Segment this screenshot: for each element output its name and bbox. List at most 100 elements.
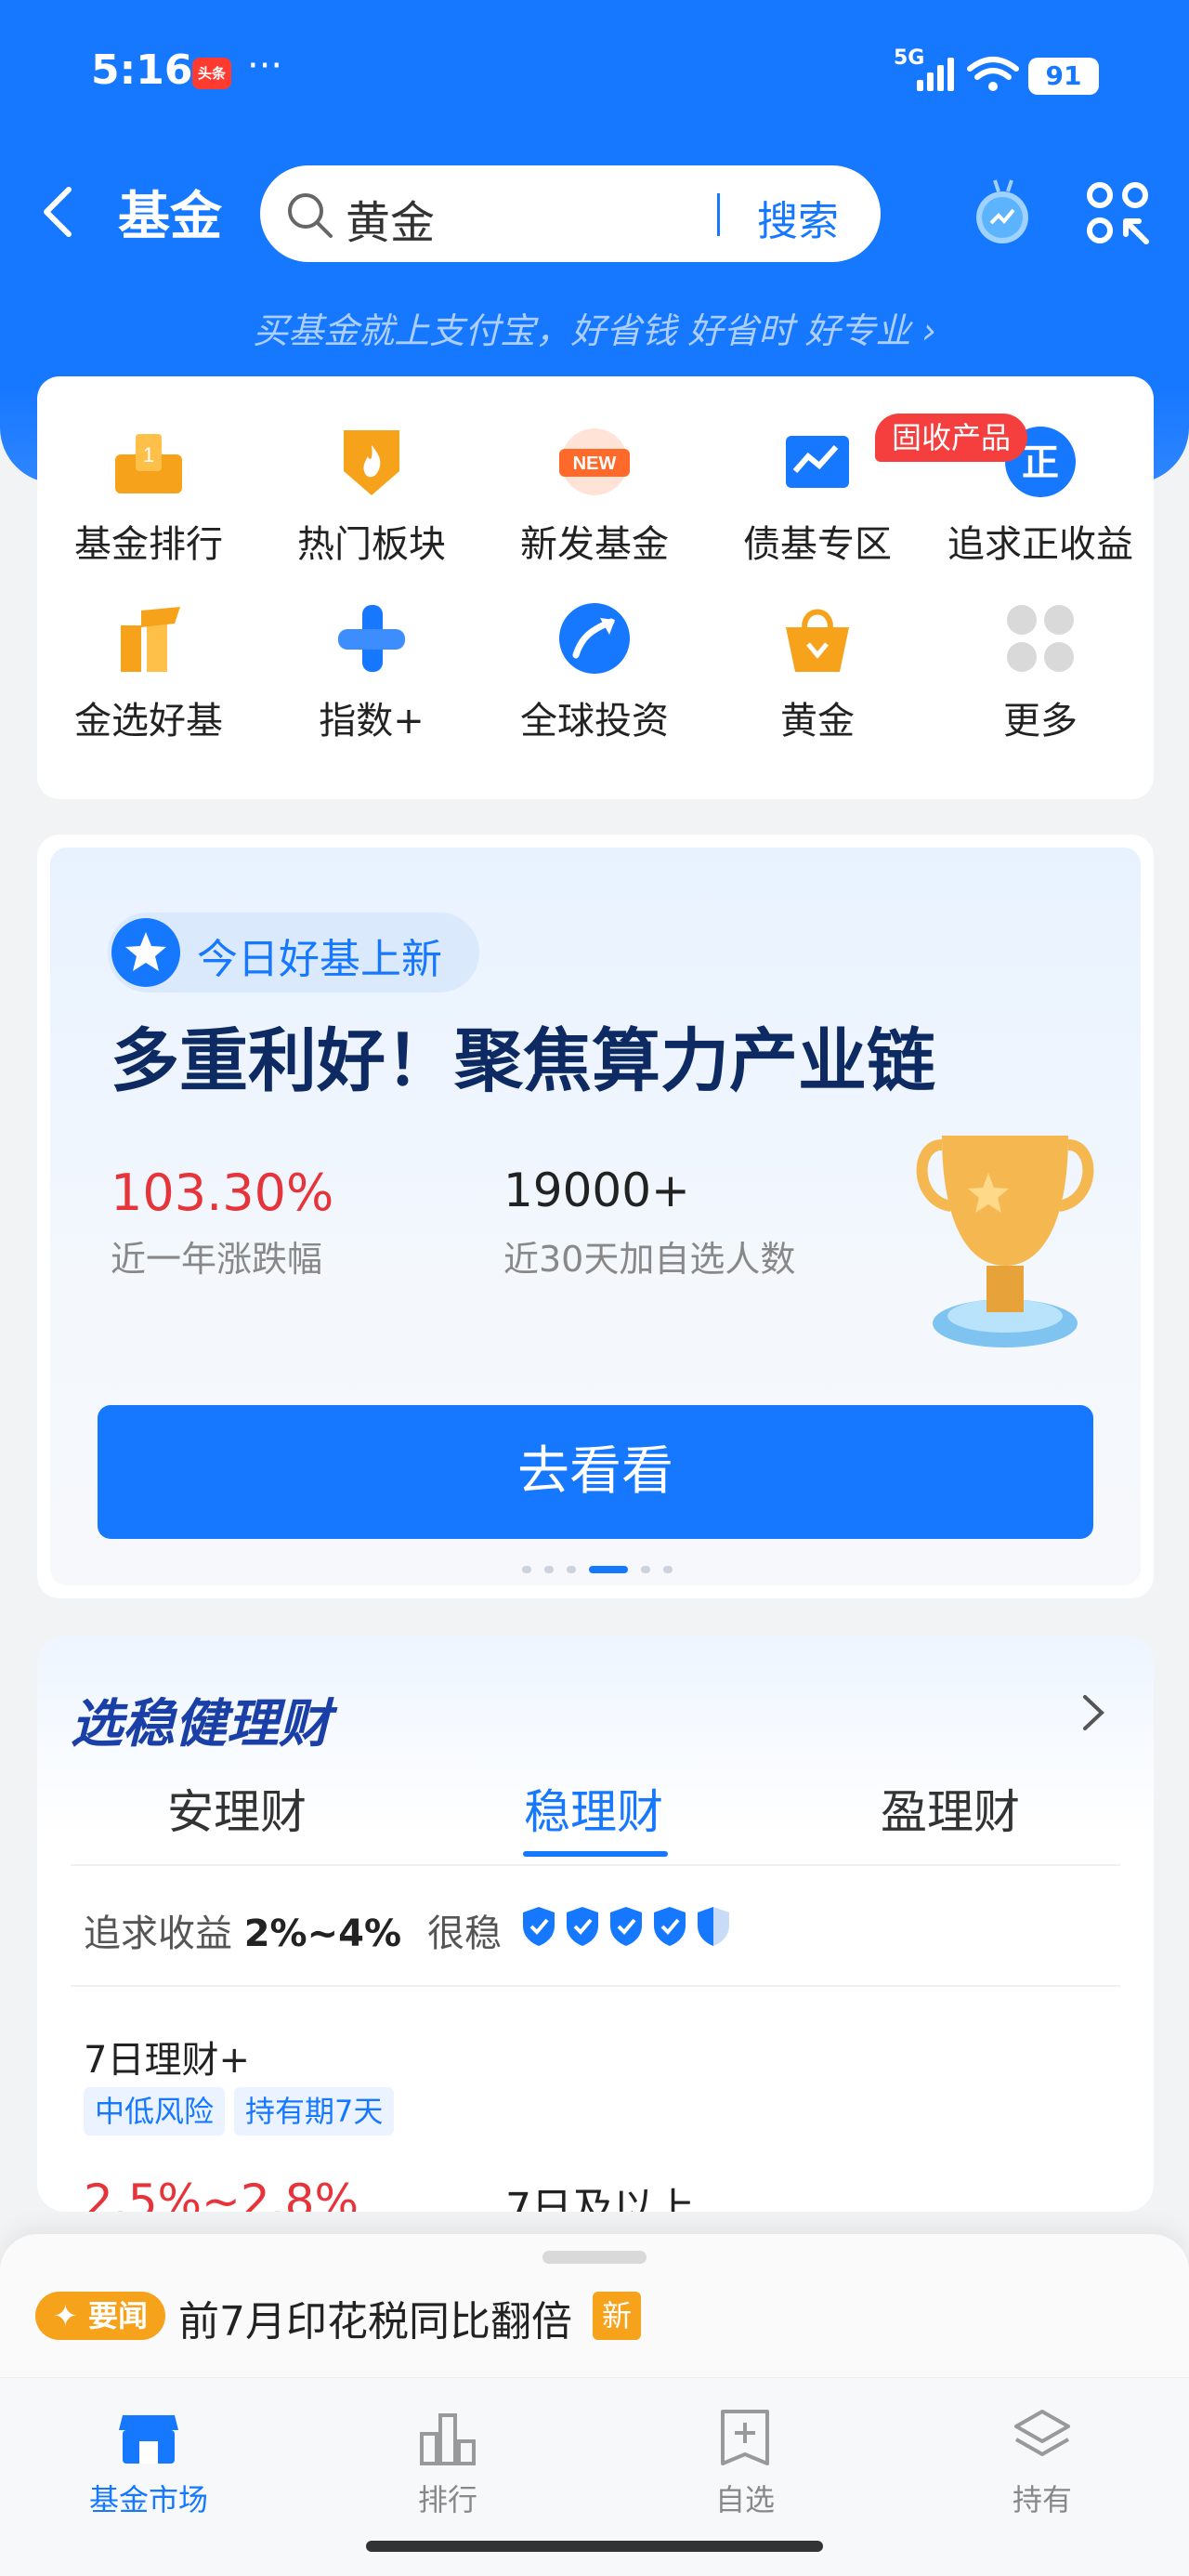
wifi-icon [967,57,1019,91]
search-bar[interactable]: 黄金 搜索 [260,165,881,262]
pager-dot [522,1566,531,1573]
menu-label: 全球投资 [520,700,669,743]
yearly-change-label: 近一年涨跌幅 [111,1239,323,1280]
menu-label: 更多 [1003,700,1078,743]
status-bar: 5:16 头条 ··· 5G 91 [0,37,1189,112]
target-yield: 追求收益 2%~4% [84,1903,401,1957]
tab-fund-market[interactable]: 基金市场 [37,2406,260,2519]
tab-label: 持有 [1012,2482,1072,2517]
holdings-layers-icon [1014,2410,1070,2456]
page-title: 基金 [118,187,222,247]
news-app-badge: 头条 [192,58,231,89]
global-invest-icon [559,603,630,674]
drag-handle[interactable] [542,2251,647,2264]
chevron-right-icon[interactable] [1079,1689,1107,1736]
menu-item-index-plus[interactable]: 指数+ [260,581,483,757]
tab-safe-finance[interactable]: 安理财 [167,1775,307,1842]
shield-icon [654,1907,686,1946]
section-title: 选稳健理财 [71,1694,331,1755]
menu-item-new-funds[interactable]: NEW 新发基金 [483,404,706,581]
tab-watchlist[interactable]: 自选 [634,2406,856,2519]
tab-ranking[interactable]: 排行 [336,2406,559,2519]
go-see-button[interactable]: 去看看 [98,1405,1093,1539]
ranking-bars-icon [420,2413,476,2465]
search-divider [717,193,720,236]
half-shield-icon [698,1907,729,1946]
star-icon [111,918,180,987]
yearly-change-value: 103.30% [111,1163,334,1222]
bond-chart-icon [786,436,849,488]
scan-icon[interactable] [1085,180,1150,245]
index-plus-icon [338,605,405,672]
tab-stable-finance[interactable]: 稳理财 [524,1775,663,1842]
stability-rating [520,1905,738,1952]
menu-label: 金选好基 [74,700,223,743]
search-button[interactable]: 搜索 [757,188,839,247]
menu-item-global-invest[interactable]: 全球投资 [483,581,706,757]
tab-holdings[interactable]: 持有 [931,2406,1154,2519]
menu-item-golden-pick[interactable]: 金选好基 [37,581,260,757]
battery-indicator: 91 [1028,58,1099,95]
menu-label: 指数+ [319,700,425,743]
slogan-link[interactable]: 买基金就上支付宝，好省钱 好省时 好专业 › [0,302,1189,353]
quick-menu: 1 基金排行 热门板块 NEW 新发基金 债基专区 正 追求正收益 固收产品 金… [37,376,1154,799]
risk-tag: 中低风险 [84,2087,226,2136]
stable-finance-card: 选稳健理财 安理财 稳理财 盈理财 追求收益 2%~4% 很稳 7日理财+ 中低… [37,1636,1154,2212]
svg-text:NEW: NEW [573,453,617,474]
tab-label: 排行 [417,2482,477,2517]
menu-label: 追求正收益 [947,523,1133,566]
pager-dot [544,1566,554,1573]
carousel-pager [522,1559,686,1573]
news-tag: ✦ 要闻 [35,2292,165,2340]
golden-pick-icon [121,607,180,672]
shield-icon [567,1907,598,1946]
svg-text:1: 1 [143,443,154,467]
tab-profit-finance[interactable]: 盈理财 [881,1775,1020,1842]
shield-icon [523,1907,555,1946]
bottom-sheet: ✦ 要闻 前7月印花税同比翻倍 新 基金市场 排行 自选 持有 [0,2234,1189,2576]
menu-item-more[interactable]: 更多 [929,581,1152,757]
market-store-icon [119,2415,178,2464]
new-icon: NEW [559,428,630,495]
pager-dot [663,1566,673,1573]
menu-item-gold[interactable]: 黄金 [706,581,929,757]
pager-dot [641,1566,650,1573]
promo-title: 多重利好！聚焦算力产业链 [111,1021,935,1101]
watchlist-adds-label: 近30天加自选人数 [503,1239,796,1280]
menu-label: 新发基金 [520,523,669,566]
back-arrow-icon[interactable] [35,184,82,240]
product-name[interactable]: 7日理财+ [84,2030,250,2083]
shield-icon [610,1907,642,1946]
pill-text: 今日好基上新 [197,936,442,983]
divider [71,1985,1120,1987]
new-badge: 新 [593,2292,641,2340]
menu-label: 基金排行 [74,523,223,566]
tab-label: 自选 [714,2482,775,2517]
signal-icon [917,58,954,91]
search-icon [288,193,333,238]
watchlist-plus-icon [721,2410,769,2465]
ai-assistant-icon[interactable] [971,175,1034,249]
menu-label: 热门板块 [297,523,446,566]
home-indicator[interactable] [366,2541,823,2552]
fixed-income-tag: 固收产品 [875,414,1028,462]
menu-label: 债基专区 [743,523,892,566]
ranking-icon: 1 [115,434,182,493]
stability-label: 很稳 [427,1912,502,1955]
active-tab-indicator [523,1851,668,1857]
svg-text:正: 正 [1022,441,1059,484]
menu-item-ranking[interactable]: 1 基金排行 [37,404,260,581]
pager-dot-active [589,1566,628,1573]
yield-label: 追求收益 [84,1912,244,1955]
search-input[interactable]: 黄金 [346,186,435,251]
status-time: 5:16 [91,46,193,94]
promo-banner[interactable]: 今日好基上新 多重利好！聚焦算力产业链 103.30% 近一年涨跌幅 19000… [50,848,1141,1585]
pager-dot [567,1566,576,1573]
menu-item-hot-sectors[interactable]: 热门板块 [260,404,483,581]
tab-label: 基金市场 [88,2482,208,2517]
more-notifications-icon: ··· [247,45,283,87]
fire-icon [344,430,399,495]
news-headline[interactable]: 前7月印花税同比翻倍 [178,2288,572,2347]
holding-period-tag: 持有期7天 [234,2087,395,2136]
menu-label: 黄金 [780,700,855,743]
